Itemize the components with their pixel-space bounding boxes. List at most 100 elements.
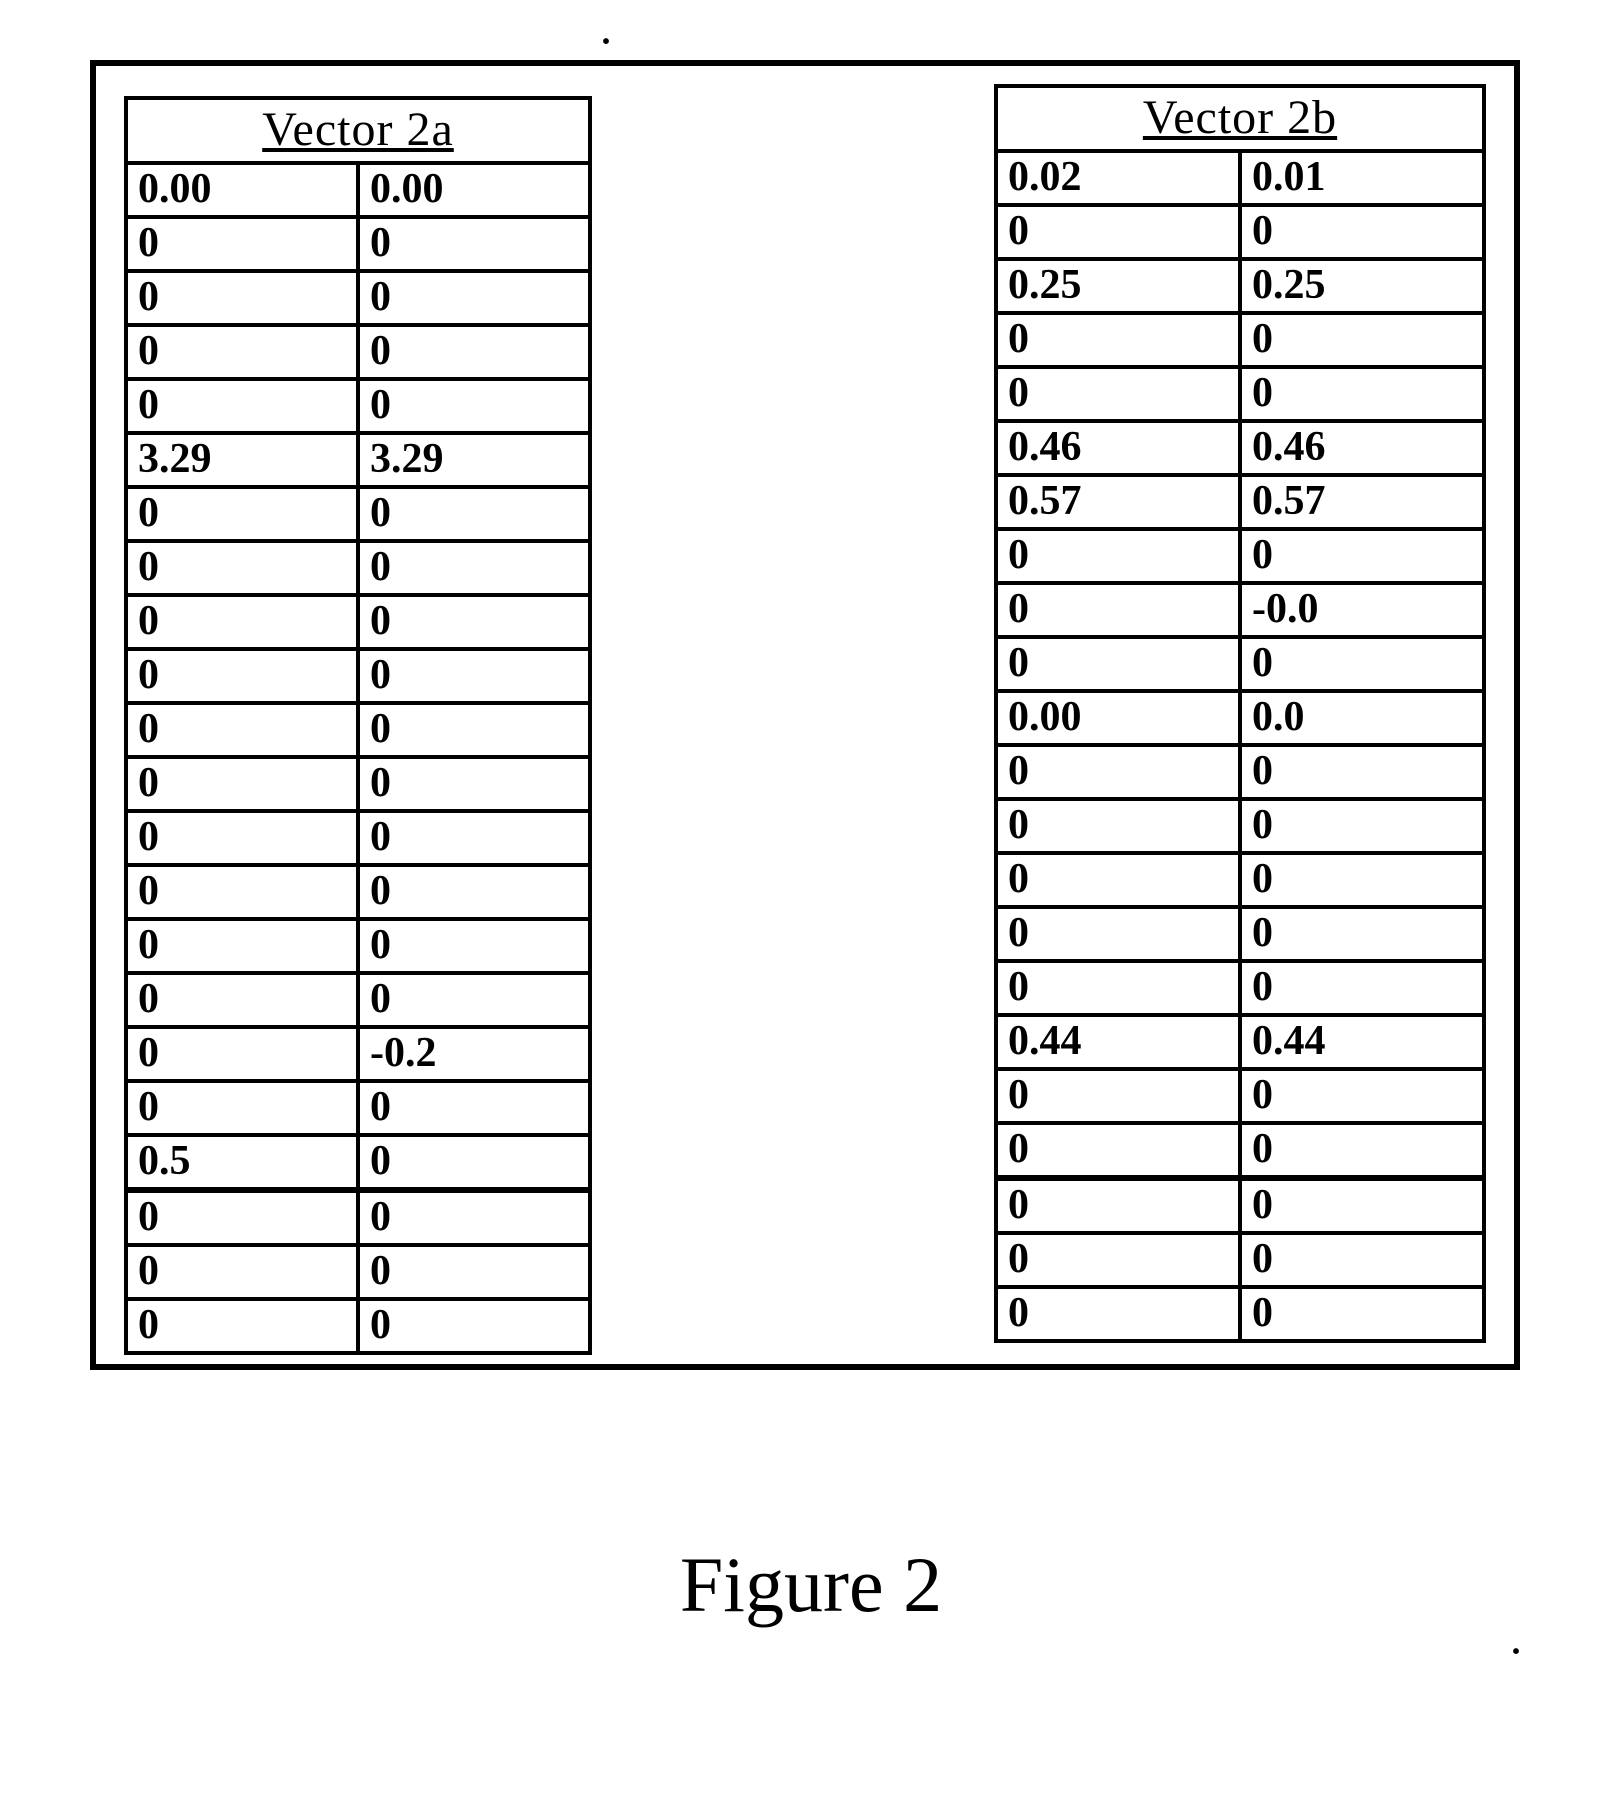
table-cell: 0 <box>996 637 1240 691</box>
table-cell: 0 <box>1240 367 1484 421</box>
table-row: 0.020.01 <box>996 151 1484 205</box>
table-cell: 0 <box>358 379 590 433</box>
table-cell: 0.57 <box>1240 475 1484 529</box>
table-cell: 0 <box>1240 205 1484 259</box>
table-row: 00 <box>126 649 590 703</box>
table-cell: 0 <box>126 487 358 541</box>
table-cell: 0 <box>1240 1287 1484 1341</box>
table-cell: 0.44 <box>996 1015 1240 1069</box>
table-cell: 3.29 <box>358 433 590 487</box>
table-row: 00 <box>126 1081 590 1135</box>
table-cell: 0.02 <box>996 151 1240 205</box>
table-row: 0.000.0 <box>996 691 1484 745</box>
table-row: 00 <box>996 313 1484 367</box>
table-row: 00 <box>126 811 590 865</box>
table-cell: 0 <box>126 811 358 865</box>
table-cell: 0 <box>1240 853 1484 907</box>
table-cell: 0 <box>358 1081 590 1135</box>
table-row: 00 <box>126 487 590 541</box>
table-row: 00 <box>126 865 590 919</box>
table-row: 3.293.29 <box>126 433 590 487</box>
vector-2b-table: Vector 2b 0.020.01000.250.2500000.460.46… <box>994 84 1486 1343</box>
table-row: 00 <box>126 541 590 595</box>
table-row: 00 <box>126 595 590 649</box>
table-row: 00 <box>126 757 590 811</box>
table-row: 00 <box>996 637 1484 691</box>
table-cell: 0.5 <box>126 1135 358 1190</box>
table-cell: 0 <box>996 1178 1240 1233</box>
table-row: 00 <box>996 1233 1484 1287</box>
table-row: 00 <box>126 217 590 271</box>
table-cell: 0 <box>126 541 358 595</box>
stray-mark-2: · <box>1510 1630 1522 1672</box>
table-row: 00 <box>126 379 590 433</box>
table-row: 00 <box>126 973 590 1027</box>
table-cell: 0 <box>996 583 1240 637</box>
table-cell: 0 <box>358 703 590 757</box>
table-cell: 0.00 <box>358 163 590 217</box>
table-cell: 0 <box>1240 529 1484 583</box>
table-cell: 0 <box>358 271 590 325</box>
table-row: 00 <box>126 325 590 379</box>
table-cell: 0 <box>1240 907 1484 961</box>
table-cell: 0 <box>126 1299 358 1353</box>
table-cell: 0 <box>358 649 590 703</box>
table-cell: 0 <box>126 649 358 703</box>
table-cell: 0 <box>996 907 1240 961</box>
table-cell: 0 <box>358 1190 590 1245</box>
table-cell: 0 <box>358 865 590 919</box>
table-cell: 0 <box>1240 745 1484 799</box>
table-cell: -0.2 <box>358 1027 590 1081</box>
table-cell: 0.00 <box>126 163 358 217</box>
table-row: 00 <box>126 1245 590 1299</box>
table-cell: 0 <box>1240 799 1484 853</box>
table-cell: 0 <box>996 745 1240 799</box>
table-row: 0.000.00 <box>126 163 590 217</box>
table-cell: 0 <box>996 799 1240 853</box>
table-cell: 0 <box>358 595 590 649</box>
vector-2b-title: Vector 2b <box>996 86 1484 151</box>
table-cell: 0 <box>358 1245 590 1299</box>
table-cell: 0 <box>126 703 358 757</box>
table-row: 00 <box>996 961 1484 1015</box>
vector-2a-column: Vector 2a 0.000.00000000003.293.29000000… <box>124 84 592 1355</box>
table-row: 00 <box>996 367 1484 421</box>
table-cell: 0.25 <box>996 259 1240 313</box>
table-row: 00 <box>126 271 590 325</box>
table-row: 00 <box>126 1190 590 1245</box>
table-cell: 0.44 <box>1240 1015 1484 1069</box>
table-row: 0-0.2 <box>126 1027 590 1081</box>
stray-mark: · <box>600 20 612 62</box>
table-cell: 0 <box>996 1287 1240 1341</box>
table-cell: 0 <box>996 205 1240 259</box>
table-row: 00 <box>996 745 1484 799</box>
table-cell: 0 <box>1240 1069 1484 1123</box>
table-cell: 3.29 <box>126 433 358 487</box>
table-cell: 0.46 <box>996 421 1240 475</box>
table-cell: 0 <box>358 325 590 379</box>
table-row: 00 <box>996 853 1484 907</box>
table-cell: 0 <box>996 1233 1240 1287</box>
table-cell: 0 <box>358 919 590 973</box>
table-row: 00 <box>996 529 1484 583</box>
table-row: 0.440.44 <box>996 1015 1484 1069</box>
table-cell: 0.00 <box>996 691 1240 745</box>
table-cell: 0 <box>1240 1123 1484 1178</box>
table-cell: 0 <box>1240 1178 1484 1233</box>
table-cell: 0 <box>358 217 590 271</box>
table-row: 0.570.57 <box>996 475 1484 529</box>
table-cell: 0 <box>126 757 358 811</box>
table-cell: 0 <box>996 853 1240 907</box>
vector-2b-column: Vector 2b 0.020.01000.250.2500000.460.46… <box>994 84 1486 1343</box>
vector-2a-table: Vector 2a 0.000.00000000003.293.29000000… <box>124 96 592 1355</box>
table-cell: 0 <box>996 1123 1240 1178</box>
table-cell: 0 <box>358 757 590 811</box>
table-cell: 0 <box>358 487 590 541</box>
table-row: 0.50 <box>126 1135 590 1190</box>
table-cell: 0 <box>358 541 590 595</box>
table-row: 00 <box>996 1287 1484 1341</box>
table-cell: 0 <box>126 595 358 649</box>
table-cell: 0.01 <box>1240 151 1484 205</box>
table-cell: -0.0 <box>1240 583 1484 637</box>
table-cell: 0 <box>126 271 358 325</box>
